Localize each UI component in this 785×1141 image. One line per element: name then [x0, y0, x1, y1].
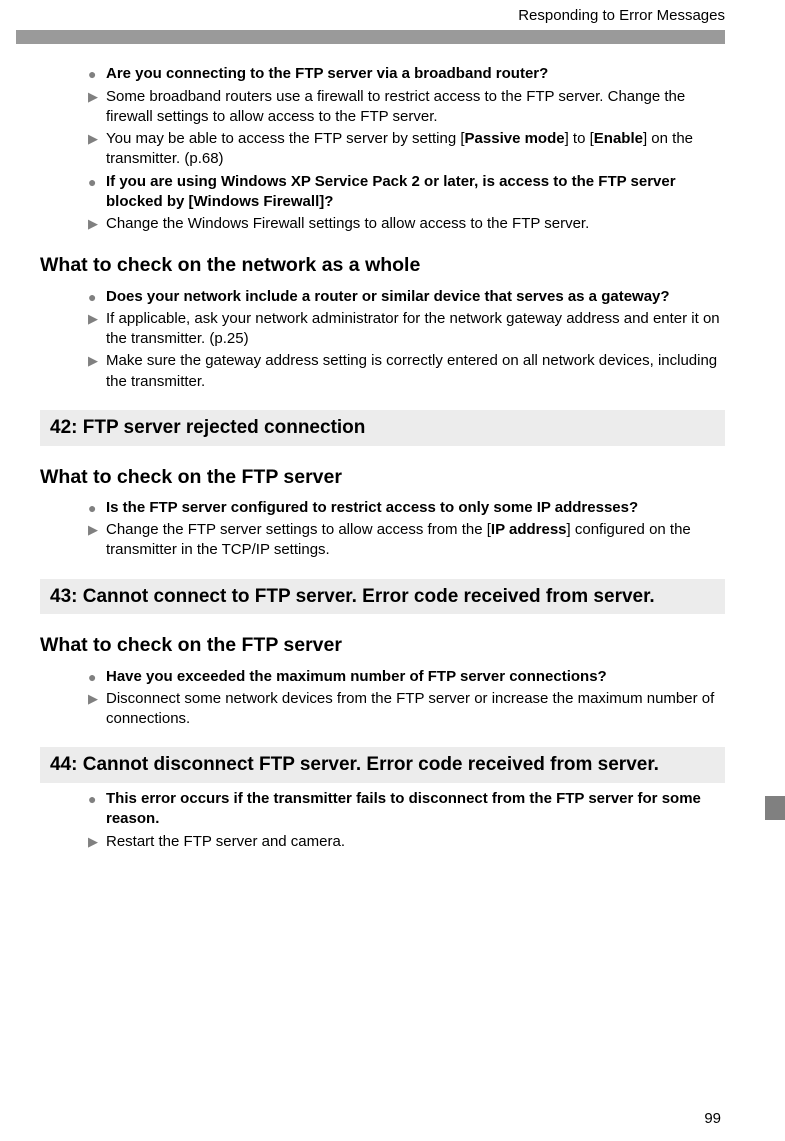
list-block-1: ●Are you connecting to the FTP server vi… — [40, 64, 725, 234]
list-item-text: Is the FTP server configured to restrict… — [106, 498, 725, 518]
triangle-icon: ▶ — [88, 690, 106, 731]
triangle-icon: ▶ — [88, 310, 106, 351]
triangle-icon: ▶ — [88, 88, 106, 129]
list-block-2: ●Does your network include a router or s… — [40, 287, 725, 392]
list-item: ●This error occurs if the transmitter fa… — [40, 789, 725, 830]
list-item-text: Does your network include a router or si… — [106, 287, 725, 307]
bullet-icon: ● — [88, 790, 106, 831]
list-item: ▶You may be able to access the FTP serve… — [40, 129, 725, 170]
triangle-icon: ▶ — [88, 352, 106, 393]
list-item-text: If applicable, ask your network administ… — [106, 309, 725, 350]
list-item: ▶Change the Windows Firewall settings to… — [40, 214, 725, 234]
list-item: ●Does your network include a router or s… — [40, 287, 725, 307]
list-block-4: ●Have you exceeded the maximum number of… — [40, 667, 725, 730]
page: Responding to Error Messages ●Are you co… — [0, 0, 785, 1141]
side-tab — [765, 796, 785, 820]
triangle-icon: ▶ — [88, 215, 106, 235]
list-item-text: This error occurs if the transmitter fai… — [106, 789, 725, 830]
error-42-heading: 42: FTP server rejected connection — [40, 410, 725, 446]
list-item: ▶Disconnect some network devices from th… — [40, 689, 725, 730]
list-block-3: ●Is the FTP server configured to restric… — [40, 498, 725, 561]
triangle-icon: ▶ — [88, 833, 106, 853]
list-item: ▶Restart the FTP server and camera. — [40, 832, 725, 852]
list-item-text: Restart the FTP server and camera. — [106, 832, 725, 852]
list-item: ▶Make sure the gateway address setting i… — [40, 351, 725, 392]
heading-ftp-43: What to check on the FTP server — [40, 632, 725, 658]
header-rule — [16, 30, 725, 44]
page-content: ●Are you connecting to the FTP server vi… — [0, 44, 785, 852]
running-head: Responding to Error Messages — [0, 0, 785, 30]
list-item-text: Change the FTP server settings to allow … — [106, 520, 725, 561]
list-item-text: Some broadband routers use a firewall to… — [106, 87, 725, 128]
list-item-text: Disconnect some network devices from the… — [106, 689, 725, 730]
list-item-text: Are you connecting to the FTP server via… — [106, 64, 725, 84]
page-number: 99 — [704, 1109, 721, 1129]
bullet-icon: ● — [88, 668, 106, 688]
list-block-5: ●This error occurs if the transmitter fa… — [40, 789, 725, 852]
heading-ftp-42: What to check on the FTP server — [40, 464, 725, 490]
list-item: ▶Change the FTP server settings to allow… — [40, 520, 725, 561]
error-43-heading: 43: Cannot connect to FTP server. Error … — [40, 579, 725, 615]
list-item-text: Change the Windows Firewall settings to … — [106, 214, 725, 234]
bullet-icon: ● — [88, 65, 106, 85]
bullet-icon: ● — [88, 173, 106, 214]
bullet-icon: ● — [88, 288, 106, 308]
list-item: ●Have you exceeded the maximum number of… — [40, 667, 725, 687]
triangle-icon: ▶ — [88, 130, 106, 171]
list-item-text: You may be able to access the FTP server… — [106, 129, 725, 170]
list-item: ●Are you connecting to the FTP server vi… — [40, 64, 725, 84]
list-item: ▶Some broadband routers use a firewall t… — [40, 87, 725, 128]
list-item-text: If you are using Windows XP Service Pack… — [106, 172, 725, 213]
list-item: ▶If applicable, ask your network adminis… — [40, 309, 725, 350]
bullet-icon: ● — [88, 499, 106, 519]
list-item: ●Is the FTP server configured to restric… — [40, 498, 725, 518]
triangle-icon: ▶ — [88, 521, 106, 562]
list-item-text: Make sure the gateway address setting is… — [106, 351, 725, 392]
heading-network: What to check on the network as a whole — [40, 252, 725, 278]
list-item-text: Have you exceeded the maximum number of … — [106, 667, 725, 687]
list-item: ●If you are using Windows XP Service Pac… — [40, 172, 725, 213]
error-44-heading: 44: Cannot disconnect FTP server. Error … — [40, 747, 725, 783]
